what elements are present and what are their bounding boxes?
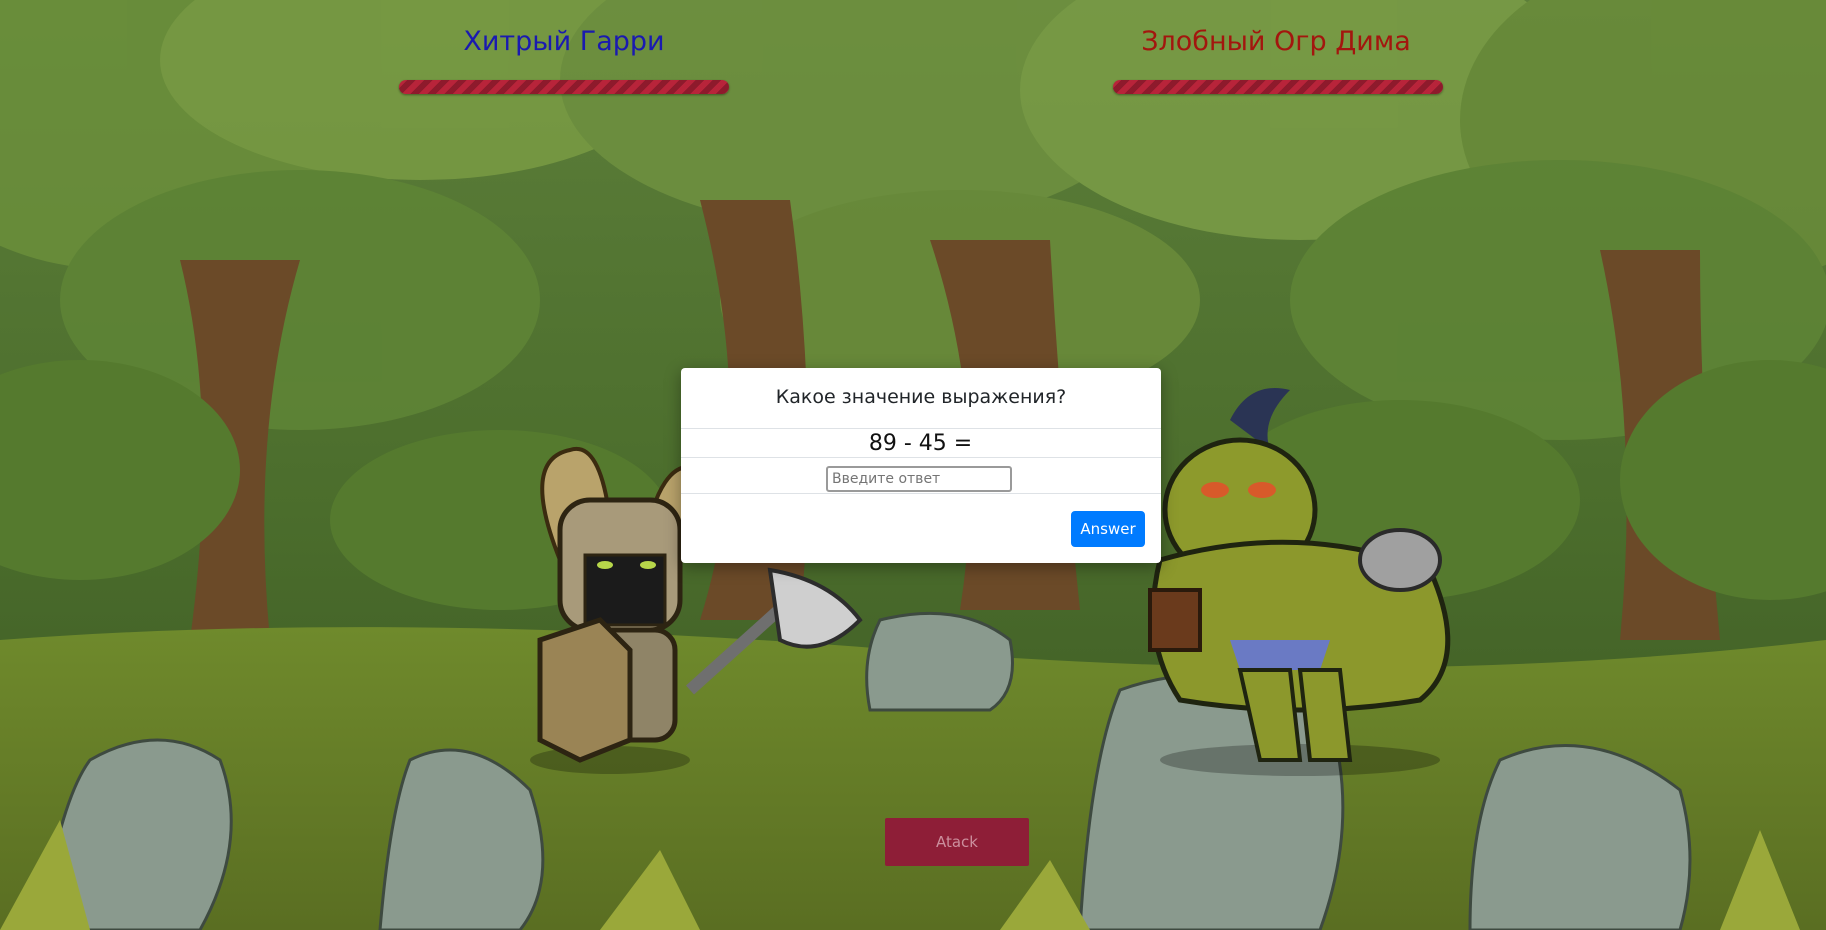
modal-divider-top: [681, 428, 1161, 429]
answer-input[interactable]: [826, 466, 1012, 492]
enemy-name: Злобный Огр Дима: [1141, 26, 1411, 57]
math-expression: 89 - 45 =: [868, 431, 973, 456]
modal-divider-mid: [681, 457, 1161, 458]
player-health-bar: [399, 80, 729, 94]
answer-button[interactable]: Answer: [1071, 511, 1145, 547]
player-name: Хитрый Гарри: [463, 26, 665, 57]
modal-divider-bottom: [681, 493, 1161, 494]
attack-button[interactable]: Atack: [885, 818, 1029, 866]
enemy-health-bar: [1113, 80, 1443, 94]
modal-title: Какое значение выражения?: [775, 386, 1067, 408]
